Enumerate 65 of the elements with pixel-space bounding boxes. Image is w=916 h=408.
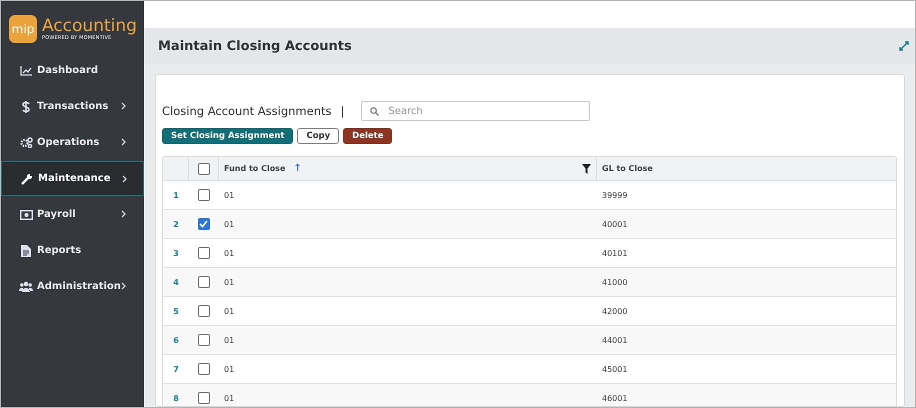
logo: mip — [9, 15, 37, 43]
checkbox[interactable] — [198, 363, 210, 375]
separator: | — [340, 104, 344, 118]
sidebar-item[interactable]: Administration — [1, 269, 144, 304]
checkbox[interactable] — [198, 247, 210, 259]
section-title: Closing Account Assignments — [162, 104, 332, 118]
column-header[interactable]: Fund to Close — [224, 164, 286, 173]
chevron-icon — [122, 175, 127, 183]
chevron-icon — [121, 282, 126, 290]
wrench-icon — [20, 172, 34, 184]
users-icon — [19, 281, 33, 292]
table-cell-text: 41000 — [601, 276, 628, 288]
checkbox[interactable] — [198, 218, 210, 230]
gears-icon — [19, 137, 33, 148]
table-cell-text: 42000 — [601, 306, 628, 318]
column-header[interactable]: GL to Close — [602, 164, 653, 173]
document-icon — [19, 244, 33, 256]
table-cell-text: 01 — [223, 276, 236, 288]
sidebar-item[interactable]: Maintenance — [1, 161, 144, 196]
table-cell-text: 01 — [223, 392, 236, 404]
assign-button[interactable]: Set Closing Assignment — [162, 128, 294, 144]
checkbox[interactable] — [198, 334, 210, 346]
row-number[interactable]: 1 — [173, 190, 179, 200]
table-cell-text: 01 — [223, 334, 236, 346]
sidebar-item[interactable]: Transactions — [1, 89, 144, 124]
table-cell-text: 01 — [223, 218, 236, 230]
row-number[interactable]: 8 — [173, 394, 179, 402]
table-cell-text: 01 — [223, 306, 236, 318]
expand-icon[interactable] — [899, 41, 909, 51]
table-cell-text: 45001 — [601, 364, 628, 376]
table-cell-text: 39999 — [601, 190, 628, 202]
checkbox[interactable] — [198, 276, 210, 288]
chevron-icon — [121, 210, 126, 218]
filter-icon[interactable] — [582, 164, 591, 174]
delete-button[interactable]: Delete — [343, 128, 392, 144]
chevron-icon — [121, 102, 126, 110]
table-cell-text: 01 — [223, 190, 236, 202]
table-cell-text: 44001 — [601, 334, 628, 346]
table-cell-text: 40001 — [601, 218, 628, 230]
table-cell-text: 01 — [223, 248, 236, 260]
sort-arrow-icon[interactable]: ↑ — [293, 163, 302, 174]
sidebar-item[interactable]: Dashboard — [1, 53, 144, 88]
row-number[interactable]: 7 — [173, 364, 179, 374]
sidebar-item[interactable]: Operations — [1, 125, 144, 160]
checkbox[interactable] — [198, 392, 210, 404]
chevron-icon — [121, 138, 126, 146]
chart-icon — [19, 66, 33, 76]
row-number[interactable]: 4 — [173, 278, 179, 286]
search-field[interactable]: Search — [361, 101, 590, 121]
checkbox[interactable] — [198, 189, 210, 201]
sidebar-item[interactable]: Payroll — [1, 197, 144, 232]
table-cell-text: 40101 — [601, 248, 628, 260]
table-cell-text: 01 — [223, 364, 236, 376]
table-cell-text: 46001 — [601, 392, 628, 404]
row-number[interactable]: 2 — [173, 220, 179, 228]
row-number[interactable]: 6 — [173, 336, 179, 344]
page-title: Maintain Closing Accounts — [158, 38, 352, 54]
row-number[interactable]: 5 — [173, 306, 179, 316]
copy-button[interactable]: Copy — [297, 128, 340, 144]
banknote-icon — [19, 210, 33, 220]
sidebar-item[interactable]: Reports — [1, 233, 144, 268]
row-number[interactable]: 3 — [173, 248, 179, 258]
app-name: Accounting — [42, 17, 137, 35]
checkbox[interactable] — [198, 305, 210, 317]
checkbox[interactable] — [198, 162, 210, 174]
